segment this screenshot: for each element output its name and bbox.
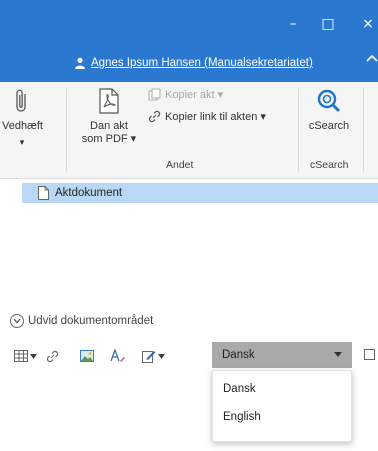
attach-label: Vedhæft [2,120,43,132]
table-button[interactable] [14,348,37,364]
font-color-icon [110,349,125,362]
language-option-dansk[interactable]: Dansk [213,377,351,401]
attach-button[interactable]: Vedhæft ▾ [2,88,43,149]
csearch-label: cSearch [308,120,350,132]
maximize-button[interactable]: □ [318,14,338,34]
csearch-button[interactable]: cSearch [302,88,356,133]
close-button[interactable]: × [358,14,378,34]
copy-link-button[interactable]: Kopier link til akten ▾ [148,110,266,123]
user-name: Agnes Ipsum Hansen (Manualsekretariatet) [91,57,313,69]
expand-label: Udvid dokumentområdet [28,315,154,327]
link-icon [46,350,59,362]
ribbon: Vedhæft ▾ Dan akt som PDF ▾ Kopier akt ▾… [0,82,378,179]
copy-link-label: Kopier link til akten ▾ [165,111,266,123]
image-icon [80,350,94,362]
edit-icon [142,351,156,363]
chevron-down-icon [158,353,165,359]
language-option-english[interactable]: English [213,405,351,429]
create-pdf-label-1: Dan akt [90,120,128,132]
chevron-down-icon [30,353,37,359]
chevron-up-icon[interactable] [366,54,378,62]
edit-button[interactable] [142,348,165,364]
text-format-button[interactable] [110,348,126,364]
insert-link-button[interactable] [46,348,59,364]
attach-dropdown-arrow: ▾ [19,137,25,147]
copy-icon [148,88,161,101]
ribbon-separator [363,88,364,172]
language-dropdown-menu: Dansk English [212,370,352,442]
copy-act-button[interactable]: Kopier akt ▾ [148,88,223,101]
chevron-down-circle-icon [10,314,24,328]
group-label-andet: Andet [166,159,194,171]
table-icon [14,350,28,362]
paperclip-icon [16,89,26,112]
document-icon [38,186,49,200]
link-icon [148,110,161,123]
ribbon-separator [66,88,67,172]
tree-item-label: Aktdokument [55,187,123,199]
tree-item-aktdokument[interactable]: Aktdokument [22,183,378,203]
user-icon [75,57,85,69]
title-bar: – □ × Agnes Ipsum Hansen (Manualsekretar… [0,0,378,82]
language-selected-value: Dansk [222,349,255,361]
expand-document-area-button[interactable]: Udvid dokumentområdet [10,314,153,328]
create-pdf-label-2: som PDF ▾ [81,133,137,145]
minimize-button[interactable]: – [283,14,303,34]
language-select[interactable]: Dansk [212,342,352,368]
group-label-csearch: cSearch [310,159,349,171]
user-account-link[interactable]: Agnes Ipsum Hansen (Manualsekretariatet) [74,55,313,71]
pdf-document-icon [99,88,119,114]
ribbon-separator [298,88,299,172]
expand-window-icon[interactable] [364,349,375,360]
search-icon [317,89,341,113]
create-pdf-button[interactable]: Dan akt som PDF ▾ [78,88,140,146]
insert-image-button[interactable] [80,348,94,364]
chevron-down-icon [334,352,342,357]
copy-act-label: Kopier akt ▾ [165,89,224,101]
